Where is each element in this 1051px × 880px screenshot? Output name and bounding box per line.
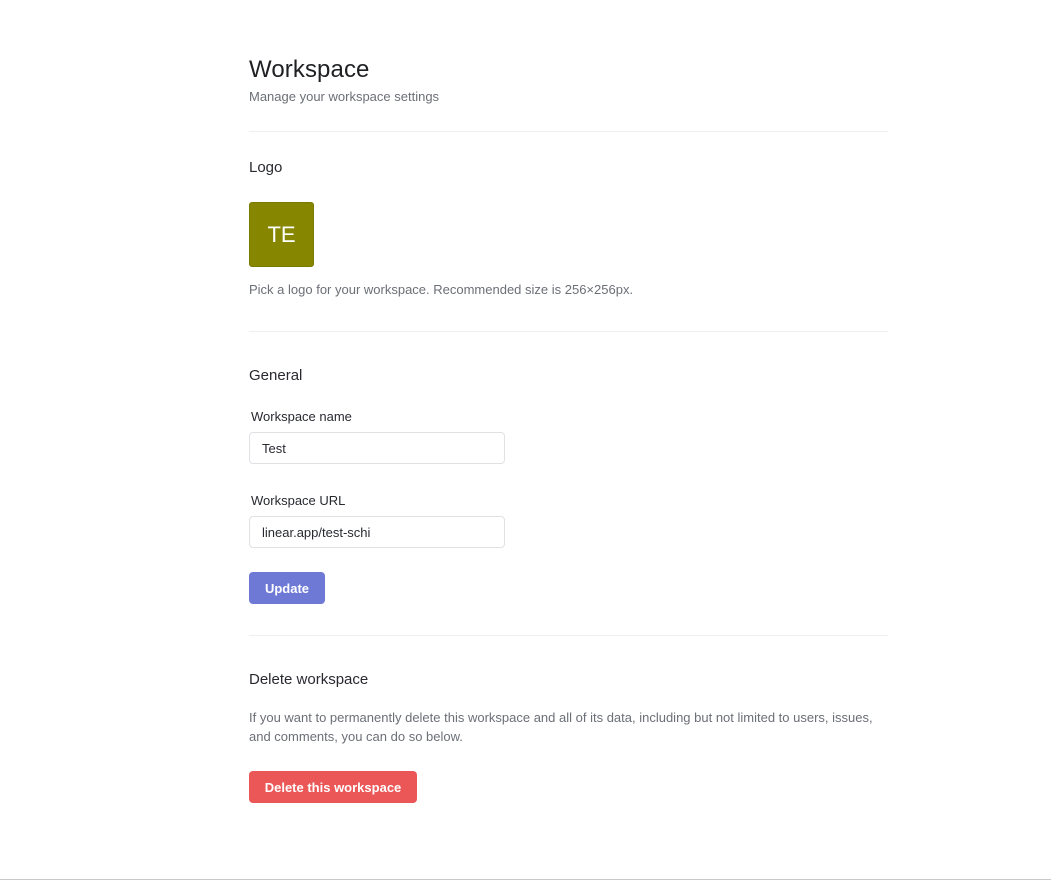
workspace-settings-page: Workspace Manage your workspace settings… bbox=[0, 0, 1051, 880]
workspace-url-label: Workspace URL bbox=[251, 493, 346, 508]
logo-help-text: Pick a logo for your workspace. Recommen… bbox=[249, 282, 634, 297]
section-divider bbox=[249, 635, 888, 636]
workspace-url-input[interactable] bbox=[249, 516, 505, 548]
update-button[interactable]: Update bbox=[249, 572, 325, 604]
workspace-logo-button[interactable]: TE bbox=[249, 202, 314, 267]
logo-section-heading: Logo bbox=[249, 159, 283, 176]
delete-workspace-button[interactable]: Delete this workspace bbox=[249, 771, 417, 803]
general-section-heading: General bbox=[249, 367, 303, 384]
workspace-name-input[interactable] bbox=[249, 432, 505, 464]
workspace-name-label: Workspace name bbox=[251, 409, 352, 424]
page-title: Workspace bbox=[249, 56, 370, 83]
section-divider bbox=[249, 331, 888, 332]
delete-section-heading: Delete workspace bbox=[249, 671, 369, 688]
delete-description: If you want to permanently delete this w… bbox=[249, 710, 873, 744]
section-divider bbox=[249, 131, 888, 132]
workspace-logo-initials: TE bbox=[267, 221, 296, 247]
page-subtitle: Manage your workspace settings bbox=[249, 89, 440, 104]
